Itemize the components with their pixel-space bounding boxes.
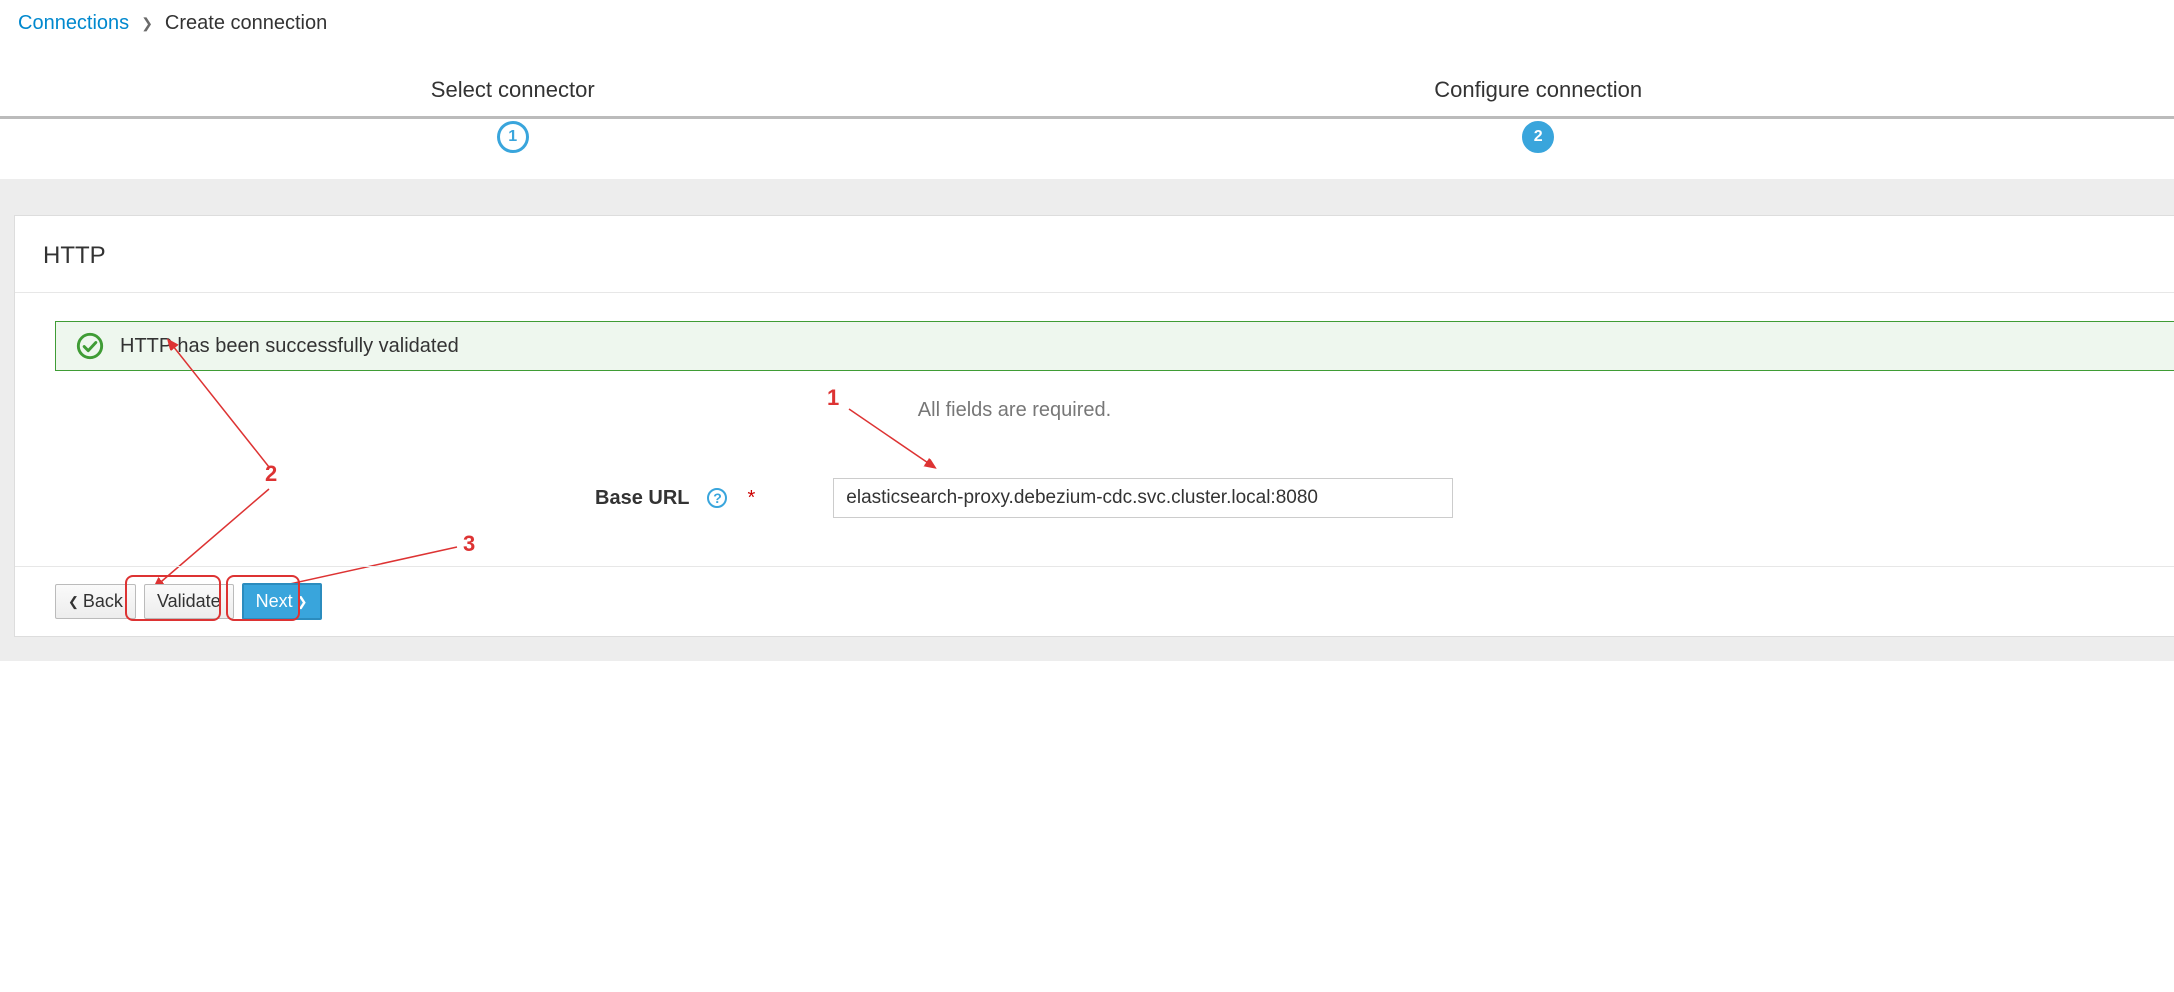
connection-panel: HTTP HTTP has been successfully validate… [14,215,2174,637]
wizard-step-configure-connection[interactable]: Configure connection 2 [1025,77,2050,153]
wizard-step-select-connector[interactable]: Select connector 1 [0,77,1025,153]
validate-button-label: Validate [157,591,221,612]
breadcrumb: Connections ❯ Create connection [0,0,2174,43]
back-button-label: Back [83,591,123,612]
wizard-step-number: 2 [1522,121,1554,153]
next-button[interactable]: Next ❯ [242,583,322,620]
chevron-right-icon: ❯ [297,594,308,610]
content-area: HTTP HTTP has been successfully validate… [0,179,2174,661]
annotation-1-label: 1 [827,385,839,411]
wizard-step-label: Configure connection [1025,77,2050,103]
next-button-label: Next [256,591,293,612]
breadcrumb-current: Create connection [165,12,327,35]
chevron-left-icon: ❮ [68,594,79,610]
baseurl-row: Base URL ? * [55,478,2174,518]
wizard-line [0,116,2174,119]
chevron-right-icon: ❯ [141,15,153,32]
panel-body: HTTP has been successfully validated All… [15,293,2174,566]
baseurl-label: Base URL [595,487,689,510]
required-indicator: * [747,487,755,510]
annotation-1-arrow [839,401,949,481]
panel-footer: ❮ Back Validate Next ❯ [15,566,2174,636]
helper-text: All fields are required. [55,399,2174,422]
panel-header: HTTP [15,216,2174,293]
help-icon[interactable]: ? [707,488,727,508]
breadcrumb-connections-link[interactable]: Connections [18,12,129,35]
wizard-step-label: Select connector [0,77,1025,103]
baseurl-input[interactable] [833,478,1453,518]
validation-success-alert: HTTP has been successfully validated [55,321,2174,371]
check-circle-icon [76,332,104,360]
back-button[interactable]: ❮ Back [55,584,136,619]
validate-button[interactable]: Validate [144,584,234,619]
panel-title: HTTP [43,242,2146,270]
wizard-step-number: 1 [497,121,529,153]
wizard-steps: Select connector 1 Configure connection … [0,43,2174,179]
